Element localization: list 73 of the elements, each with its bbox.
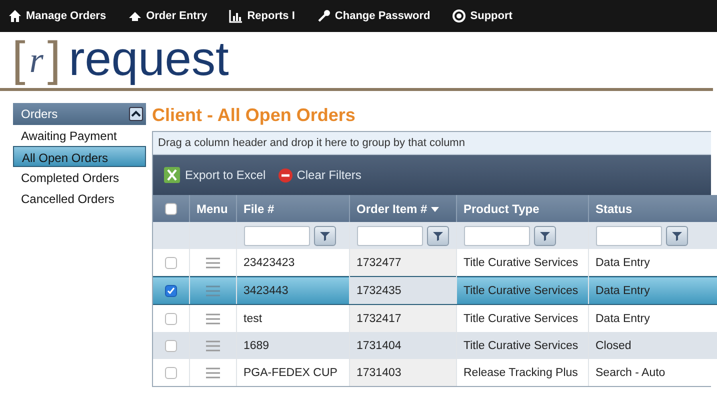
row-checkbox[interactable]: [164, 366, 177, 378]
table-cell: 1732477: [356, 256, 402, 268]
filter-icon: [432, 230, 442, 240]
filter-button[interactable]: [426, 226, 448, 246]
table-cell: test: [244, 312, 262, 324]
menu-icon[interactable]: [206, 340, 220, 352]
table-cell: 23423423: [244, 256, 295, 268]
filter-field[interactable]: [596, 226, 662, 246]
filter-icon: [672, 230, 682, 240]
column-header[interactable]: File #: [236, 195, 349, 222]
table-cell: Title Curative Services: [464, 284, 578, 296]
spreadsheet-icon: [163, 166, 181, 184]
table-cell: 1732417: [356, 312, 402, 324]
select-all-checkbox[interactable]: [164, 202, 177, 214]
nav-link[interactable]: Manage Orders: [8, 9, 106, 23]
filter-button[interactable]: [666, 226, 688, 246]
column-header[interactable]: Product Type: [456, 195, 588, 222]
page-title: Client - All Open Orders: [152, 104, 356, 127]
sidebar-title: Orders: [21, 107, 58, 121]
menu-icon[interactable]: [206, 284, 220, 296]
column-header[interactable]: Status: [588, 195, 717, 222]
filter-field[interactable]: [356, 226, 422, 246]
sidebar-item[interactable]: Cancelled Orders: [13, 188, 146, 209]
menu-icon[interactable]: [206, 256, 220, 268]
table-cell: Data Entry: [596, 284, 650, 296]
logo-letter: r: [28, 39, 44, 82]
sidebar-item[interactable]: All Open Orders: [13, 146, 146, 167]
table-cell: Closed: [596, 340, 632, 352]
nav-link[interactable]: Order Entry: [128, 9, 208, 23]
collapse-button[interactable]: [129, 107, 143, 121]
nav-link[interactable]: Change Password: [316, 9, 430, 23]
column-header[interactable]: Menu: [189, 195, 236, 222]
filter-button[interactable]: [534, 226, 556, 246]
menu-icon[interactable]: [206, 312, 220, 324]
table-cell: Title Curative Services: [464, 312, 578, 324]
home-icon: [8, 9, 22, 23]
row-checkbox[interactable]: [164, 340, 177, 352]
sort-caret-icon: [431, 206, 440, 212]
table-cell: Data Entry: [596, 256, 650, 268]
table-cell: Title Curative Services: [464, 340, 578, 352]
row-checkbox[interactable]: [164, 256, 177, 268]
toolbar-button[interactable]: Clear Filters: [278, 168, 362, 182]
logo-bracket: [: [12, 32, 26, 88]
sidebar-item[interactable]: Awaiting Payment: [13, 125, 146, 146]
logo-wordmark: request: [68, 32, 229, 88]
filter-field[interactable]: [244, 226, 310, 246]
menu-icon[interactable]: [206, 366, 220, 378]
table-cell: Search - Auto: [596, 366, 666, 378]
table-cell: 3423443: [244, 284, 288, 296]
table-cell: 1732435: [356, 284, 402, 296]
table-cell: Release Tracking Plus: [464, 366, 578, 378]
group-drop-area: Drag a column header and drop it here to group by that column: [153, 132, 711, 155]
column-header[interactable]: Order Item #: [349, 195, 456, 222]
filter-icon: [320, 230, 330, 240]
table-cell: 1689: [244, 340, 270, 352]
bar-chart-icon: [229, 9, 244, 23]
key-icon: [316, 9, 331, 23]
minus-circle-icon: [278, 168, 293, 182]
filter-field[interactable]: [464, 226, 530, 246]
table-cell: 1731404: [356, 340, 402, 352]
toolbar-button[interactable]: Export to Excel: [163, 166, 266, 184]
sidebar-item[interactable]: Completed Orders: [13, 167, 146, 188]
table-cell: 1731403: [356, 366, 402, 378]
filter-button[interactable]: [314, 226, 336, 246]
row-checkbox[interactable]: [164, 284, 177, 296]
table-cell: PGA-FEDEX CUP: [244, 366, 338, 378]
table-cell: Title Curative Services: [464, 256, 578, 268]
logo-bracket: ]: [47, 32, 61, 88]
table-cell: Data Entry: [596, 312, 650, 324]
filter-icon: [540, 230, 550, 240]
nav-link[interactable]: Support: [452, 9, 512, 23]
nav-link[interactable]: Reports I: [229, 9, 295, 23]
row-checkbox[interactable]: [164, 312, 177, 324]
